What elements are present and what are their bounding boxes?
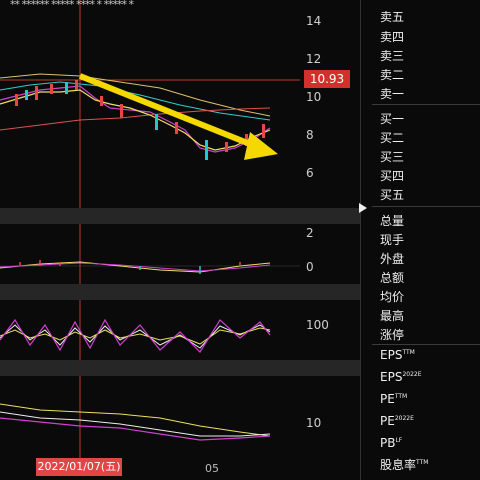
sell-2: 卖二	[380, 68, 405, 82]
y-label-14: 14	[306, 14, 322, 28]
y-label-8: 8	[306, 128, 314, 142]
pe-2022e: PE2022E	[380, 414, 414, 428]
buy-4: 买四	[380, 169, 405, 183]
kline-chart-area[interactable]: ** ****** ***** **** * ***** * 14 12 10 …	[0, 0, 360, 480]
x-axis-label: 05	[205, 462, 219, 475]
candles	[15, 80, 265, 160]
dividend-yield-ttm: 股息率TTM	[380, 458, 429, 472]
ma-line-red	[0, 107, 271, 131]
crosshair-date-tag: 2022/01/07(五)	[36, 458, 122, 476]
kdj-j	[0, 318, 271, 353]
trend-arrow-head	[244, 132, 278, 160]
kdj-label-100: 100	[306, 318, 329, 332]
panel-separator	[0, 208, 360, 224]
eps-ttm: EPSTTM	[380, 348, 415, 362]
stat-high: 最高	[380, 309, 405, 323]
stat-outer: 外盘	[380, 252, 405, 266]
y-label-6: 6	[306, 166, 314, 180]
stat-limit-up: 涨停	[380, 328, 405, 342]
panel-separator	[0, 360, 360, 376]
trend-arrow-shaft	[78, 73, 257, 149]
y-label-10: 10	[306, 90, 322, 104]
buy-1: 买一	[380, 112, 405, 126]
buy-3: 买三	[380, 150, 405, 164]
stat-avg-price: 均价	[380, 290, 405, 304]
panel-divider	[360, 0, 361, 480]
pe-ttm: PETTM	[380, 392, 408, 406]
triangle-right-icon[interactable]	[359, 203, 367, 213]
vol-label-10: 10	[306, 416, 322, 430]
buy-2: 买二	[380, 131, 405, 145]
signal-stars: ** ****** ***** **** * ***** *	[10, 0, 134, 11]
stat-total-volume: 总量	[380, 214, 405, 228]
sell-1: 卖一	[380, 87, 405, 101]
stat-turnover: 总额	[380, 271, 405, 285]
panel-separator	[0, 284, 360, 300]
pb-lf: PBLF	[380, 436, 403, 450]
sell-5: 卖五	[380, 10, 405, 24]
macd-label-2: 2	[306, 226, 314, 240]
sell-3: 卖三	[380, 49, 405, 63]
buy-5: 买五	[380, 188, 405, 202]
bottom-line-yellow	[0, 403, 271, 437]
sell-4: 卖四	[380, 30, 405, 44]
quote-panel: 卖五 卖四 卖三 卖二 卖一 买一 买二 买三 买四 买五 总量 现手 外盘 总…	[372, 0, 480, 480]
bottom-line-magenta	[0, 417, 271, 441]
eps-2022e: EPS2022E	[380, 370, 422, 384]
y-label-12: 12	[306, 52, 322, 66]
stat-current-hand: 现手	[380, 233, 405, 247]
macd-label-0: 0	[306, 260, 314, 274]
current-price-tag: 10.93	[304, 70, 350, 88]
